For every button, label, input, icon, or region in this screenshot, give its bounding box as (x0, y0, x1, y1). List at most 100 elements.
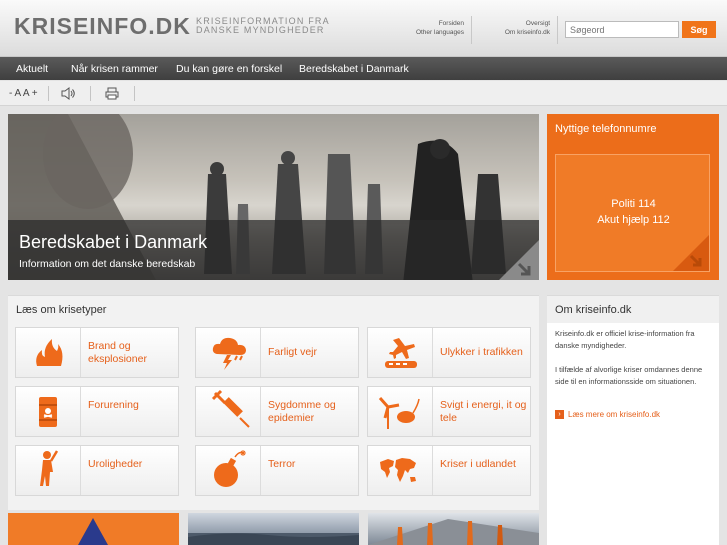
tile-terror[interactable]: Terror (195, 445, 359, 496)
tile-farligt-vejr[interactable]: Farligt vejr (195, 327, 359, 378)
toolbar-divider (134, 86, 135, 101)
fire-icon (36, 339, 63, 366)
corner-arrow-icon (673, 235, 709, 271)
about-link-label: Læs mere om kriseinfo.dk (568, 410, 661, 419)
traffic-icon (385, 338, 417, 368)
search-button[interactable]: Søg (682, 21, 716, 38)
site-tagline: KRISEINFORMATION FRA DANSKE MYNDIGHEDER (196, 17, 330, 35)
energy-icon (378, 397, 420, 429)
text-size-control[interactable]: - A A + (9, 88, 38, 99)
top-links-primary: Forsiden Other languages (400, 19, 464, 37)
speaker-icon[interactable] (61, 87, 75, 105)
header-divider (471, 16, 472, 44)
about-paragraph-1: Kriseinfo.dk er officiel krise-informati… (555, 329, 695, 350)
site-header: KRISEINFO.DK KRISEINFORMATION FRA DANSKE… (0, 0, 727, 57)
link-oversigt[interactable]: Oversigt (480, 19, 550, 28)
tile-label: Ulykker i trafikken (440, 346, 523, 359)
tile-label: Sygdomme og epidemier (268, 399, 336, 425)
corner-arrow-icon[interactable] (499, 240, 539, 280)
rescue-workers-photo (368, 519, 539, 545)
tile-label-line: eksplosioner (88, 353, 147, 365)
tile-forurening[interactable]: Forurening (15, 386, 179, 437)
about-paragraph-2: I tilfælde af alvorlige kriser omdannes … (555, 365, 703, 386)
phone-numbers-box: Nyttige telefonnumre Politi 114 Akut hjæ… (547, 114, 719, 280)
link-om-kriseinfo[interactable]: Om kriseinfo.dk (480, 28, 550, 37)
tile-label-line: Sygdomme og (268, 399, 336, 411)
tile-icon-box (16, 387, 81, 436)
bomb-icon (214, 450, 246, 487)
nav-item-du-kan-goere-en-forskel[interactable]: Du kan gøre en forskel (176, 63, 282, 75)
tile-label-line: Forurening (88, 399, 139, 411)
tile-ulykker[interactable]: Ulykker i trafikken (367, 327, 531, 378)
phone-box-title: Nyttige telefonnumre (555, 123, 657, 135)
tile-label-line: tele (440, 412, 457, 424)
landscape-photo (188, 533, 359, 545)
nav-item-naar-krisen-rammer[interactable]: Når krisen rammer (71, 63, 158, 75)
tile-label-line: Uroligheder (88, 458, 143, 470)
crisis-panel-title: Læs om krisetyper (16, 304, 107, 316)
world-map-icon (380, 458, 416, 482)
tagline-line-2: DANSKE MYNDIGHEDER (196, 25, 325, 35)
hero-title[interactable]: Beredskabet i Danmark (19, 232, 207, 253)
toolbar-divider (90, 86, 91, 101)
header-divider (557, 16, 558, 44)
tile-label-line: Terror (268, 458, 296, 470)
tile-uroligheder[interactable]: Uroligheder (15, 445, 179, 496)
tile-label-line: Svigt i energi, it og (440, 399, 527, 411)
hero-banner[interactable]: Beredskabet i Danmark Information om det… (8, 114, 539, 280)
tile-label-line: Farligt vejr (268, 346, 318, 358)
tile-label-line: epidemier (268, 412, 315, 424)
tile-label: Farligt vejr (268, 346, 317, 359)
tile-label: Uroligheder (88, 458, 142, 471)
tile-label: Svigt i energi, it og tele (440, 399, 526, 425)
tile-icon-box (368, 446, 433, 495)
storm-icon (212, 337, 246, 370)
syringe-icon (211, 389, 250, 428)
tile-energi[interactable]: Svigt i energi, it og tele (367, 386, 531, 437)
tile-brand[interactable]: Brand og eksplosioner (15, 327, 179, 378)
tile-label-line: Ulykker i trafikken (440, 346, 523, 358)
hero-subtitle: Information om det danske beredskab (19, 258, 196, 270)
printer-icon[interactable] (105, 87, 119, 105)
phone-police: Politi 114 (611, 198, 656, 210)
tile-label: Kriser i udlandet (440, 458, 516, 471)
about-title: Om kriseinfo.dk (555, 304, 632, 316)
protest-icon (40, 450, 59, 486)
about-panel: Om kriseinfo.dk Kriseinfo.dk er officiel… (547, 295, 719, 545)
civil-defence-triangle-icon (78, 518, 108, 545)
about-header: Om kriseinfo.dk (547, 296, 719, 323)
about-read-more-link[interactable]: › Læs mere om kriseinfo.dk (555, 410, 661, 420)
teaser-image-3[interactable] (368, 513, 539, 545)
tile-label-line: Kriser i udlandet (440, 458, 516, 470)
teaser-image-2[interactable] (188, 513, 359, 545)
top-links-secondary: Oversigt Om kriseinfo.dk (480, 19, 550, 37)
link-forsiden[interactable]: Forsiden (400, 19, 464, 28)
nav-item-aktuelt[interactable]: Aktuelt (16, 63, 48, 75)
tile-icon-box (368, 328, 433, 377)
tile-icon-box (196, 446, 261, 495)
teaser-civil-defence[interactable] (8, 513, 179, 545)
hero-caption: Beredskabet i Danmark Information om det… (8, 220, 539, 280)
link-other-languages[interactable]: Other languages (400, 28, 464, 37)
tile-icon-box (368, 387, 433, 436)
arrow-right-icon: › (555, 410, 564, 420)
tile-icon-box (196, 387, 261, 436)
tile-kriser-udlandet[interactable]: Kriser i udlandet (367, 445, 531, 496)
tile-label: Brand og eksplosioner (88, 340, 147, 366)
tile-label: Terror (268, 458, 295, 471)
toolbar-divider (48, 86, 49, 101)
accessibility-toolbar: - A A + (0, 81, 727, 106)
tile-sygdomme[interactable]: Sygdomme og epidemier (195, 386, 359, 437)
site-logo[interactable]: KRISEINFO.DK (14, 13, 191, 40)
tile-icon-box (16, 328, 81, 377)
toxic-barrel-icon (39, 397, 57, 427)
tile-icon-box (196, 328, 261, 377)
phone-numbers-panel[interactable]: Politi 114 Akut hjælp 112 (555, 154, 710, 272)
tile-label-line: Brand og (88, 340, 131, 352)
main-nav: Aktuelt Når krisen rammer Du kan gøre en… (0, 57, 727, 80)
tile-label: Forurening (88, 399, 139, 412)
tile-icon-box (16, 446, 81, 495)
crisis-types-panel: Læs om krisetyper Brand og eksplosioner … (8, 295, 539, 510)
nav-item-beredskabet[interactable]: Beredskabet i Danmark (299, 63, 409, 75)
search-input[interactable] (565, 21, 679, 38)
